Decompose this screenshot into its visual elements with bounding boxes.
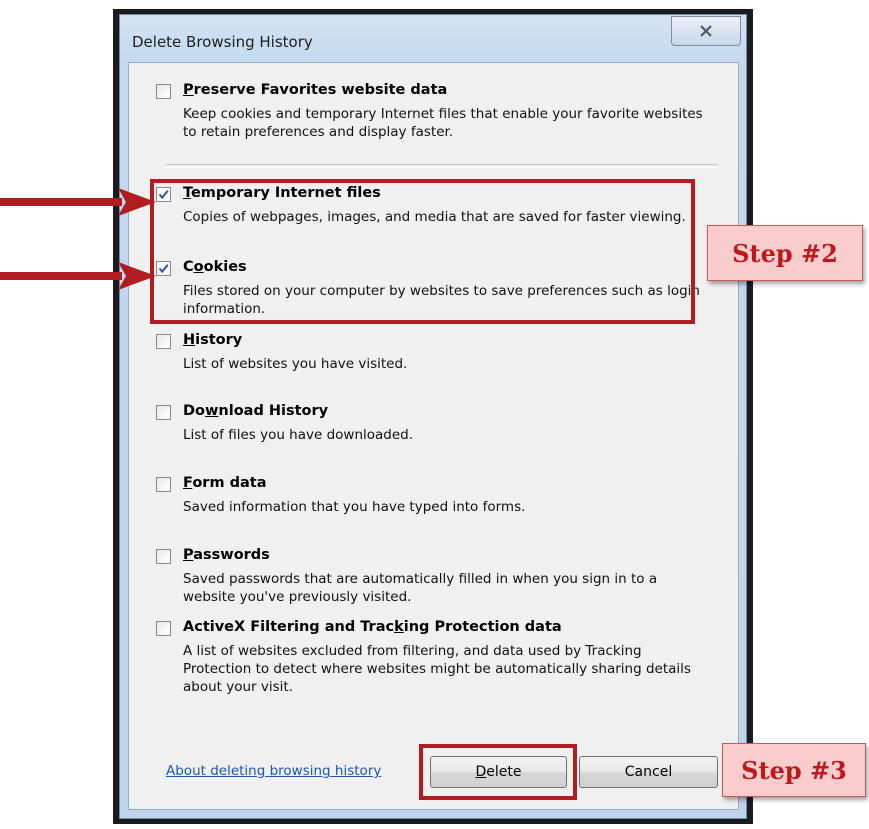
form-data-label: Form data [183,475,267,491]
download-history-checkbox[interactable] [156,405,171,420]
dialog-title: Delete Browsing History [132,33,313,51]
step3-highlight-box [419,744,577,800]
passwords-label: Passwords [183,547,270,563]
download-history-label: Download History [183,403,329,419]
step2-highlight-box [150,179,695,324]
separator-line [165,164,718,168]
step2-callout: Step #2 [707,225,863,281]
arrow-icon [0,262,156,290]
activex-tracking-protection-label: ActiveX Filtering and Tracking Protectio… [183,619,562,635]
arrow-icon [0,188,156,216]
history-checkbox[interactable] [156,334,171,349]
preserve-favorites-description: Keep cookies and temporary Internet file… [183,106,703,140]
passwords-description: Saved passwords that are automatically f… [183,571,658,605]
history-label: History [183,332,243,348]
close-button[interactable] [671,16,741,46]
preserve-favorites-checkbox[interactable] [156,84,171,99]
download-history-description: List of files you have downloaded. [183,427,414,443]
passwords-checkbox[interactable] [156,549,171,564]
step3-callout: Step #3 [722,743,866,797]
history-description: List of websites you have visited. [183,356,408,372]
form-data-checkbox[interactable] [156,477,171,492]
form-data-description: Saved information that you have typed in… [183,499,526,515]
cancel-button-label: Cancel [624,764,673,780]
about-deleting-history-link[interactable]: About deleting browsing history [166,763,381,779]
activex-tracking-protection-checkbox[interactable] [156,621,171,636]
cancel-button[interactable]: Cancel [579,756,718,788]
close-icon [700,25,712,37]
activex-tracking-protection-description: A list of websites excluded from filteri… [183,643,691,695]
preserve-favorites-label: Preserve Favorites website data [183,82,448,98]
